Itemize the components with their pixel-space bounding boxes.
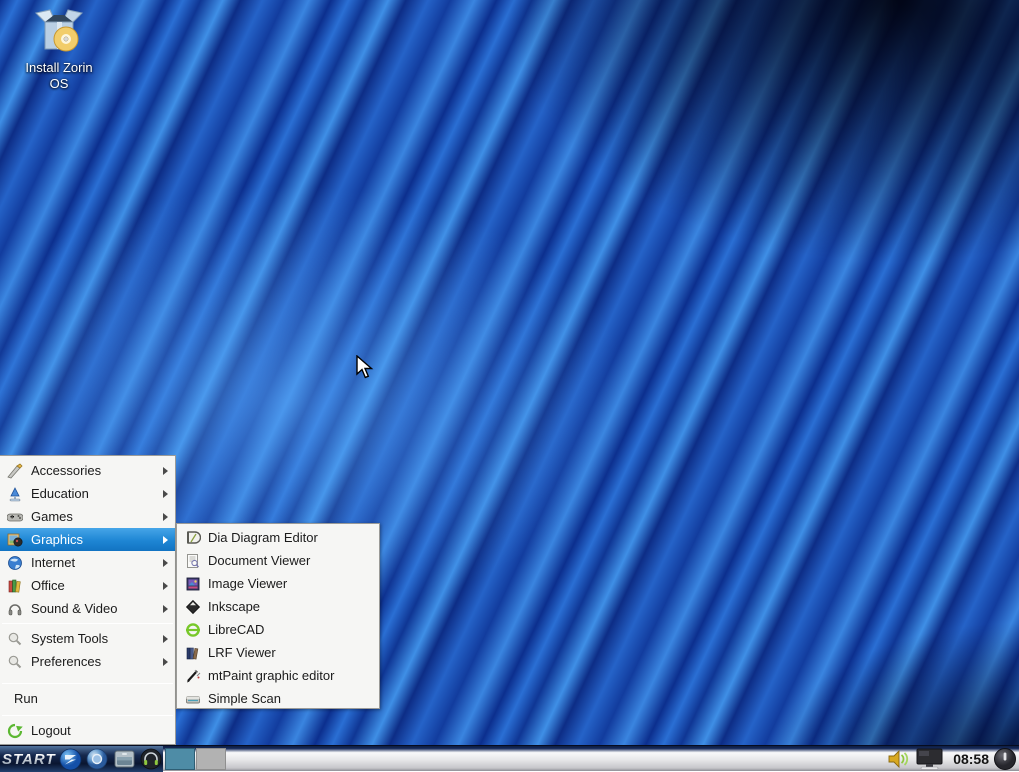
submenu-item-label: Image Viewer [208,576,287,591]
menu-item-label: Preferences [31,654,101,669]
system-tray: 08:58 [887,746,1017,772]
menu-item-preferences[interactable]: Preferences [0,650,175,673]
menu-separator [2,623,173,624]
start-button-zone: START [0,746,163,772]
menu-item-label: Internet [31,555,75,570]
menu-item-graphics[interactable]: Graphics [0,528,175,551]
submenu-arrow-icon [163,513,168,521]
start-menu-panel: Accessories Education Games Graphics Int… [0,455,176,745]
accessories-icon [6,462,23,479]
menu-item-label: Accessories [31,463,101,478]
mtpaint-icon [184,667,201,684]
workspace-1[interactable] [165,748,195,770]
menu-item-education[interactable]: Education [0,482,175,505]
submenu-arrow-icon [163,635,168,643]
chromium-icon[interactable] [85,747,109,771]
menu-item-internet[interactable]: Internet [0,551,175,574]
submenu-arrow-icon [163,536,168,544]
menu-item-office[interactable]: Office [0,574,175,597]
desktop-icon-label-line1: Install Zorin [14,60,104,76]
menu-item-label: Run [14,691,38,706]
submenu-item-document-viewer[interactable]: Document Viewer [177,549,379,572]
image-viewer-icon [184,575,201,592]
submenu-item-lrf-viewer[interactable]: LRF Viewer [177,641,379,664]
submenu-arrow-icon [163,658,168,666]
submenu-item-label: LRF Viewer [208,645,276,660]
volume-icon[interactable] [887,746,913,772]
graphics-submenu-panel: Dia Diagram Editor Document Viewer Image… [176,523,380,709]
install-zorin-os-desktop-icon[interactable]: Install Zorin OS [14,6,104,92]
submenu-arrow-icon [163,605,168,613]
submenu-arrow-icon [163,467,168,475]
menu-item-label: Education [31,486,89,501]
menu-item-label: Sound & Video [31,601,118,616]
office-icon [6,577,23,594]
file-manager-icon[interactable] [112,747,136,771]
submenu-item-mtpaint[interactable]: mtPaint graphic editor [177,664,379,687]
submenu-item-label: mtPaint graphic editor [208,668,334,683]
menu-separator [2,683,173,684]
simple-scan-icon [184,690,201,707]
inkscape-icon [184,598,201,615]
submenu-item-label: Simple Scan [208,691,281,706]
librecad-icon [184,621,201,638]
submenu-item-label: Inkscape [208,599,260,614]
power-button-icon[interactable] [993,746,1017,772]
menu-item-system-tools[interactable]: System Tools [0,627,175,650]
menu-item-label: Games [31,509,73,524]
menu-item-label: System Tools [31,631,108,646]
system-tools-icon [6,630,23,647]
submenu-item-image-viewer[interactable]: Image Viewer [177,572,379,595]
zorin-menu-icon[interactable] [59,747,83,771]
submenu-item-label: Dia Diagram Editor [208,530,318,545]
graphics-icon [6,531,23,548]
dia-icon [184,529,201,546]
workspace-pager [165,748,227,770]
submenu-arrow-icon [163,559,168,567]
education-icon [6,485,23,502]
menu-item-label: Office [31,578,65,593]
menu-item-sound-video[interactable]: Sound & Video [0,597,175,620]
menu-item-logout[interactable]: Logout [0,719,175,742]
audio-headphones-icon[interactable] [139,747,163,771]
internet-icon [6,554,23,571]
submenu-item-label: Document Viewer [208,553,310,568]
document-viewer-icon [184,552,201,569]
preferences-icon [6,653,23,670]
menu-item-label: Logout [31,723,71,738]
logout-icon [6,722,23,739]
submenu-arrow-icon [163,490,168,498]
submenu-arrow-icon [163,582,168,590]
submenu-item-librecad[interactable]: LibreCAD [177,618,379,641]
desktop-icon-label-line2: OS [14,76,104,92]
menu-item-accessories[interactable]: Accessories [0,459,175,482]
submenu-item-dia[interactable]: Dia Diagram Editor [177,526,379,549]
taskbar-clock[interactable]: 08:58 [947,751,993,767]
menu-item-run[interactable]: Run [0,687,175,710]
menu-item-games[interactable]: Games [0,505,175,528]
lrf-viewer-icon [184,644,201,661]
installer-box-icon [33,6,85,58]
workspace-2[interactable] [196,748,226,770]
sound-video-icon [6,600,23,617]
games-icon [6,508,23,525]
submenu-item-simple-scan[interactable]: Simple Scan [177,687,379,710]
submenu-item-inkscape[interactable]: Inkscape [177,595,379,618]
menu-item-label: Graphics [31,532,83,547]
mouse-cursor [355,355,377,379]
display-monitor-icon[interactable] [913,746,947,772]
menu-separator [2,715,173,716]
submenu-item-label: LibreCAD [208,622,264,637]
start-button[interactable]: START [0,751,56,768]
taskbar: START 08:58 [0,745,1019,771]
